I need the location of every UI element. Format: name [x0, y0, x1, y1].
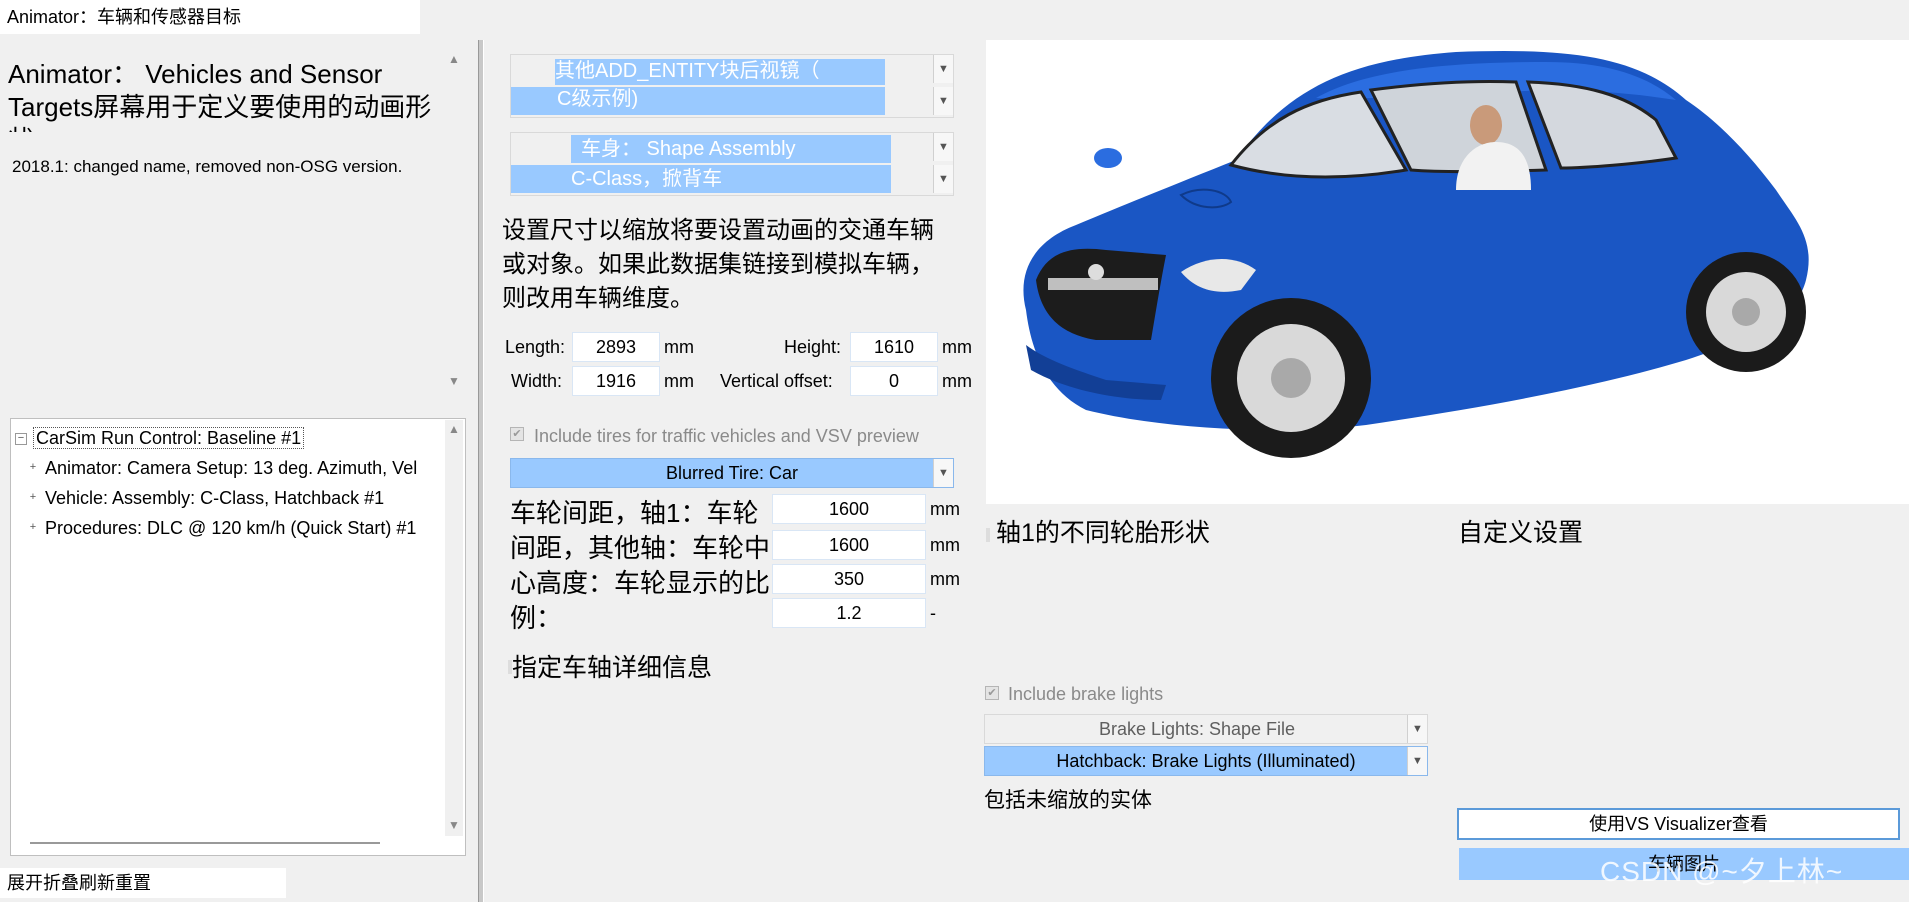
height-unit: mm — [942, 337, 972, 357]
dataset-tree[interactable]: − CarSim Run Control: Baseline #1 + Animat… — [10, 418, 466, 856]
wheel-spacing-other-unit: mm — [930, 535, 960, 555]
wheel-spacing-axle1-unit: mm — [930, 499, 960, 519]
wheel-scale-unit: - — [930, 603, 936, 623]
unscaled-entities-label: 包括未缩放的实体 — [984, 789, 1152, 812]
notes-scrollbar[interactable]: ▲ ▼ — [445, 48, 463, 392]
width-unit: mm — [664, 371, 694, 391]
tree-item-label[interactable]: Animator: Camera Setup: 13 deg. Azimuth,… — [45, 458, 417, 478]
vertical-offset-input[interactable]: 0 — [850, 366, 938, 396]
tire-shape-value: Blurred Tire: Car — [665, 463, 799, 483]
watermark: CSDN @~夕上林~ — [1600, 856, 1844, 887]
notes-text: 2018.1: changed name, removed non-OSG ve… — [12, 157, 403, 176]
include-tires-checkbox[interactable]: ✔ — [510, 427, 524, 441]
tree-action-buttons[interactable]: 展开折叠刷新重置 — [0, 868, 286, 898]
body-shape-line2: C-Class，掀背车 — [511, 165, 891, 193]
expand-icon[interactable]: + — [27, 522, 39, 536]
tree-item-animator[interactable]: + Animator: Camera Setup: 13 deg. Azimuth… — [27, 455, 451, 481]
tree-scrollbar[interactable]: ▲ ▼ — [445, 420, 463, 836]
chevron-down-icon[interactable]: ▼ — [933, 459, 953, 487]
vehicle-preview — [986, 40, 1909, 504]
car-image — [1023, 51, 1809, 458]
chevron-down-icon[interactable]: ▼ — [933, 55, 953, 83]
add-entity-dropdown[interactable]: 其他ADD_ENTITY块后视镜（ C级示例) ▼ ▼ — [510, 54, 954, 118]
brake-lights-value: Hatchback: Brake Lights (Illuminated) — [1056, 751, 1356, 771]
tree-root[interactable]: − CarSim Run Control: Baseline #1 — [15, 425, 305, 451]
width-input[interactable]: 1916 — [572, 366, 660, 396]
wheel-center-height-unit: mm — [930, 569, 960, 589]
tree-item-label[interactable]: Procedures: DLC @ 120 km/h (Quick Start)… — [45, 518, 416, 538]
body-shape-dropdown[interactable]: 车身： Shape Assembly C-Class，掀背车 ▼ ▼ — [510, 132, 954, 196]
wheel-description: 车轮间距，轴1：车轮间距，其他轴：车轮中心高度：车轮显示的比例： — [510, 498, 771, 633]
tree-root-label[interactable]: CarSim Run Control: Baseline #1 — [33, 427, 305, 449]
add-entity-line2: C级示例) — [511, 87, 885, 115]
body-shape-line1: 车身： Shape Assembly — [571, 135, 891, 163]
length-label: Length: — [505, 337, 566, 357]
vertical-offset-label: Vertical offset: — [720, 371, 833, 391]
expand-icon[interactable]: + — [27, 462, 39, 476]
chevron-down-icon[interactable]: ▼ — [1407, 715, 1427, 743]
tree-item-vehicle[interactable]: + Vehicle: Assembly: C-Class, Hatchback #… — [27, 485, 451, 511]
tree-item-label[interactable]: Vehicle: Assembly: C-Class, Hatchback #1 — [45, 488, 384, 508]
notes-box[interactable]: 2018.1: changed name, removed non-OSG ve… — [8, 132, 446, 392]
wheel-center-height-input[interactable]: 350 — [772, 564, 926, 594]
wheel-scale-input[interactable]: 1.2 — [772, 598, 926, 628]
scale-description: 设置尺寸以缩放将要设置动画的交通车辆或对象。如果此数据集链接到模拟车辆，则改用车… — [502, 217, 934, 312]
height-input[interactable]: 1610 — [850, 332, 938, 362]
custom-settings-label: 自定义设置 — [1458, 519, 1584, 547]
include-brake-lights-checkbox[interactable]: ✔ — [985, 686, 999, 700]
add-entity-line1: 其他ADD_ENTITY块后视镜（ — [555, 59, 885, 85]
brake-lights-dropdown[interactable]: Hatchback: Brake Lights (Illuminated) ▼ — [984, 746, 1428, 776]
tree-horizontal-scrollbar[interactable] — [30, 842, 380, 844]
length-input[interactable]: 2893 — [572, 332, 660, 362]
vertical-offset-unit: mm — [942, 371, 972, 391]
scroll-down-icon[interactable]: ▼ — [445, 374, 463, 388]
chevron-down-icon[interactable]: ▼ — [1407, 747, 1427, 775]
scroll-up-icon[interactable]: ▲ — [445, 52, 463, 66]
height-label: Height: — [784, 337, 842, 357]
axle1-tire-checkbox[interactable] — [986, 528, 990, 542]
axle-details-label[interactable]: 指定车轴详细信息 — [512, 651, 712, 685]
include-brake-lights-label: Include brake lights — [1008, 684, 1164, 704]
scroll-down-icon[interactable]: ▼ — [445, 818, 463, 832]
axle1-tire-label[interactable]: 轴1的不同轮胎形状 — [996, 516, 1210, 550]
chevron-down-icon[interactable]: ▼ — [933, 165, 953, 193]
brake-lights-shape-value: Brake Lights: Shape File — [1098, 719, 1296, 739]
scroll-up-icon[interactable]: ▲ — [445, 422, 463, 436]
wheel-spacing-axle1-input[interactable]: 1600 — [772, 494, 926, 524]
vs-visualizer-button[interactable]: 使用VS Visualizer查看 — [1457, 808, 1900, 840]
panel-splitter[interactable] — [478, 40, 484, 902]
collapse-icon[interactable]: − — [15, 433, 27, 446]
tire-shape-dropdown[interactable]: Blurred Tire: Car ▼ — [510, 458, 954, 488]
expand-icon[interactable]: + — [27, 492, 39, 506]
wheel-spacing-other-input[interactable]: 1600 — [772, 530, 926, 560]
window-title: Animator：车辆和传感器目标 — [0, 0, 420, 34]
include-tires-label: Include tires for traffic vehicles and V… — [534, 426, 919, 446]
width-label: Width: — [511, 371, 563, 391]
brake-lights-shape-dropdown[interactable]: Brake Lights: Shape File ▼ — [984, 714, 1428, 744]
tree-item-procedures[interactable]: + Procedures: DLC @ 120 km/h (Quick Start… — [27, 515, 451, 541]
chevron-down-icon[interactable]: ▼ — [933, 87, 953, 115]
chevron-down-icon[interactable]: ▼ — [933, 133, 953, 161]
length-unit: mm — [664, 337, 694, 357]
